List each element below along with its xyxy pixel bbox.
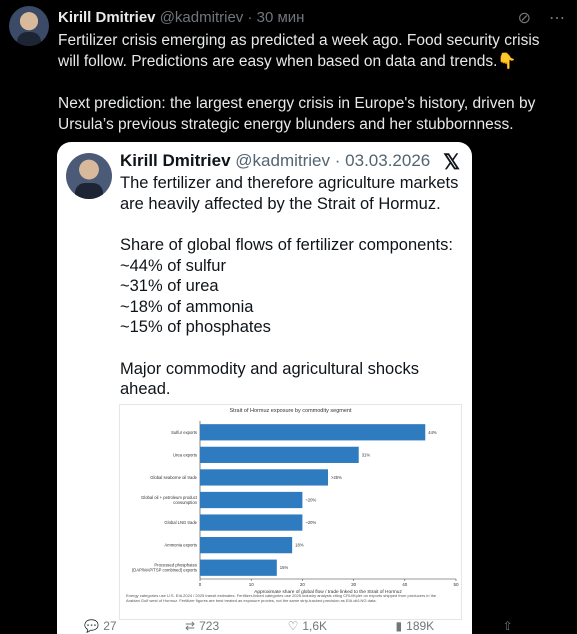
data-label: 18%	[295, 543, 304, 548]
data-label: ~20%	[305, 498, 316, 503]
bar-chart: Strait of Hormuz exposure by commodity s…	[119, 404, 462, 620]
x-tick-label: 20	[300, 582, 306, 587]
quoted-post-image[interactable]: Kirill Dmitriev @kadmitriev · 03.03.2026…	[57, 142, 472, 634]
bar	[200, 491, 303, 509]
category-label: Sulfur exports	[171, 430, 197, 435]
like-button[interactable]: ♡ 1,6K	[288, 618, 327, 634]
share-icon: ⇧	[502, 619, 513, 633]
author-avatar[interactable]	[9, 6, 49, 46]
category-label: Urea exports	[173, 452, 197, 457]
data-label: >25%	[331, 475, 342, 480]
bar	[200, 537, 293, 554]
post-time[interactable]: 30 мин	[257, 9, 305, 26]
separator-dot: ·	[247, 9, 253, 26]
quoted-header: Kirill Dmitriev @kadmitriev · 03.03.2026	[120, 151, 430, 171]
reply-button[interactable]: 💬 27	[84, 618, 116, 634]
quoted-separator: ·	[334, 151, 341, 170]
x-tick-label: 40	[402, 582, 408, 587]
data-label: 44%	[428, 430, 437, 435]
quoted-date: 03.03.2026	[345, 151, 431, 170]
quoted-paragraph-2: Share of global flows of fertilizer comp…	[120, 236, 453, 336]
repost-icon: ⇄	[185, 619, 196, 633]
category-label: consumption	[173, 500, 197, 505]
category-label: Ammonia exports	[164, 543, 197, 548]
bar	[200, 424, 426, 441]
data-label: 31%	[362, 452, 371, 457]
post-text: Fertilizer crisis emerging as predicted …	[58, 32, 540, 133]
data-label: 15%	[280, 565, 289, 570]
views-icon: ▮	[395, 619, 403, 633]
x-tick-label: 30	[351, 582, 357, 587]
bar	[200, 514, 303, 531]
quoted-author-avatar	[66, 153, 112, 199]
grok-icon[interactable]: ⊘	[518, 8, 531, 28]
reply-count: 27	[103, 619, 117, 633]
reply-icon: 💬	[84, 619, 100, 633]
author-handle[interactable]: @kadmitriev	[160, 9, 244, 26]
quoted-author-handle: @kadmitriev	[235, 151, 331, 170]
more-options-icon[interactable]: ⋯	[549, 8, 565, 28]
quoted-paragraph-1: The fertilizer and therefore agriculture…	[120, 174, 459, 213]
x-tick-label: 10	[249, 582, 255, 587]
quoted-author-name: Kirill Dmitriev	[120, 151, 231, 170]
repost-button[interactable]: ⇄ 723	[185, 618, 219, 634]
share-button[interactable]: ⇧	[503, 618, 513, 634]
like-count: 1,6K	[302, 619, 328, 633]
repost-count: 723	[199, 619, 220, 633]
bar	[200, 559, 277, 576]
x-tick-label: 0	[199, 582, 202, 587]
x-logo-icon: 𝕏	[443, 151, 460, 174]
author-name[interactable]: Kirill Dmitriev	[58, 9, 156, 26]
post-header: Kirill Dmitriev @kadmitriev · 30 мин	[58, 9, 304, 26]
category-label: Global seaborne oil trade	[150, 475, 197, 480]
quoted-paragraph-3: Major commodity and agricultural shocks …	[120, 359, 419, 399]
bar	[200, 446, 359, 463]
category-label: Global LNG trade	[164, 520, 197, 525]
data-label: ~20%	[305, 520, 316, 525]
view-count: 189K	[406, 619, 435, 633]
bar	[200, 469, 328, 486]
quoted-text: The fertilizer and therefore agriculture…	[120, 173, 465, 400]
chart-svg: 0 10 20 30 40 50 Sulfur exports 44% Urea exports…	[132, 421, 459, 595]
heart-icon: ♡	[287, 619, 299, 633]
action-bar: 💬 27 ⇄ 723 ♡ 1,6K ▮ 189K ⇧	[0, 618, 577, 634]
category-label: (DAP/MAP/TSP combined) exports	[132, 568, 197, 573]
x-tick-label: 50	[453, 582, 459, 587]
chart-notes: Energy categories use U.S. EIA 2024 / 20…	[126, 593, 437, 603]
views-button[interactable]: ▮ 189K	[396, 618, 435, 634]
